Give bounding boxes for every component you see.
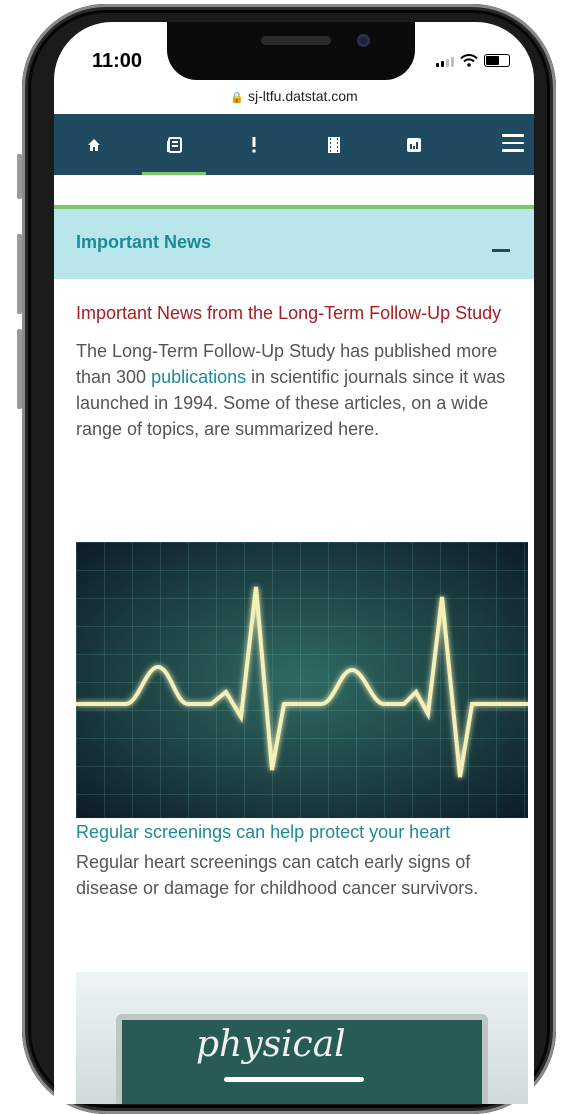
camera bbox=[357, 34, 370, 47]
screen: 11:00 🔒 sj-ltfu.datstat.com Important Ne… bbox=[54, 22, 534, 1104]
article-summary: Regular heart screenings can catch early… bbox=[76, 852, 479, 898]
volume-up-button bbox=[17, 234, 22, 314]
alert-icon bbox=[252, 136, 256, 152]
notch bbox=[167, 22, 415, 80]
nav-news[interactable] bbox=[134, 114, 214, 175]
address-bar[interactable]: 🔒 sj-ltfu.datstat.com bbox=[54, 88, 534, 104]
board-text: physical bbox=[196, 1024, 346, 1065]
section-title: Important News bbox=[76, 232, 212, 252]
top-nav bbox=[54, 114, 534, 175]
volume-down-button bbox=[17, 329, 22, 409]
home-indicator[interactable] bbox=[224, 1077, 364, 1082]
url-text: sj-ltfu.datstat.com bbox=[248, 88, 358, 104]
status-icons bbox=[436, 54, 510, 67]
nav-home[interactable] bbox=[54, 114, 134, 175]
nav-stats[interactable] bbox=[374, 114, 454, 175]
film-icon bbox=[328, 136, 340, 153]
signal-icon bbox=[436, 57, 454, 67]
battery-icon bbox=[484, 54, 510, 67]
wifi-icon bbox=[460, 54, 478, 67]
news-headline: Important News from the Long-Term Follow… bbox=[76, 303, 502, 323]
nav-videos[interactable] bbox=[294, 114, 374, 175]
lock-icon: 🔒 bbox=[230, 92, 244, 104]
physical-exam-image[interactable]: physical bbox=[76, 972, 528, 1104]
section-header[interactable]: Important News bbox=[54, 205, 534, 279]
home-icon bbox=[88, 138, 100, 151]
mute-switch bbox=[17, 154, 22, 199]
nav-alerts[interactable] bbox=[214, 114, 294, 175]
speaker bbox=[261, 36, 331, 45]
article-title-link[interactable]: Regular screenings can help protect your… bbox=[76, 822, 450, 843]
minus-icon[interactable] bbox=[492, 249, 510, 252]
publications-link[interactable]: publications bbox=[151, 367, 246, 387]
news-intro: The Long-Term Follow-Up Study has publis… bbox=[76, 341, 506, 439]
status-time: 11:00 bbox=[92, 50, 143, 72]
news-icon bbox=[167, 136, 182, 153]
ecg-waveform bbox=[76, 586, 528, 778]
chart-icon bbox=[407, 137, 421, 152]
hamburger-menu-icon[interactable] bbox=[502, 134, 524, 157]
news-content: Important News from the Long-Term Follow… bbox=[76, 300, 532, 442]
heartbeat-image[interactable] bbox=[76, 542, 528, 818]
